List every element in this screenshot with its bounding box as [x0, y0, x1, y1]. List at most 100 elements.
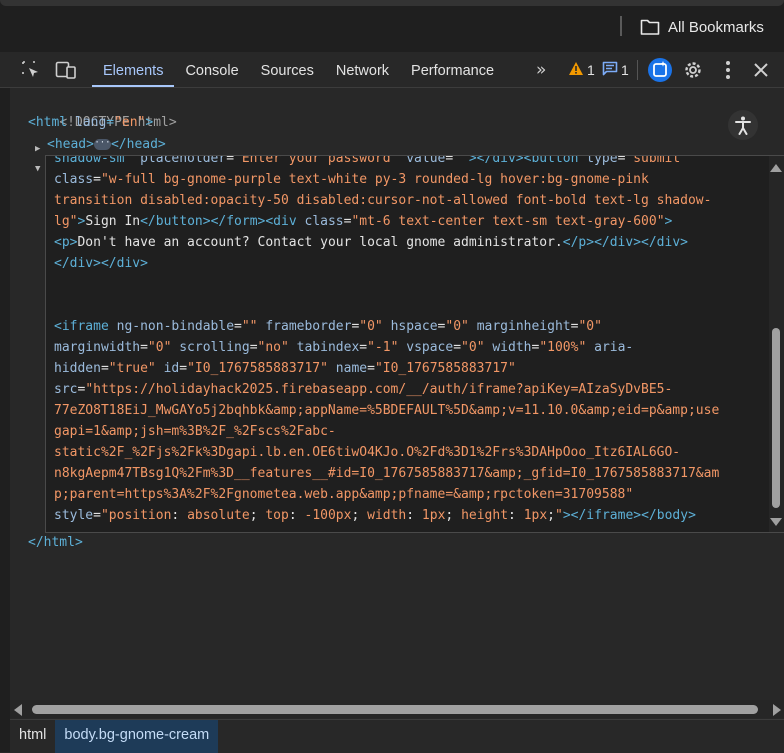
code-token: =: [453, 340, 462, 355]
gear-icon[interactable]: [682, 59, 704, 85]
html-lang-equals: =: [106, 115, 115, 130]
scroll-right-arrow[interactable]: [773, 704, 781, 716]
code-token: =: [367, 361, 375, 376]
code-token: "0": [578, 319, 602, 334]
inspect-element-icon[interactable]: [21, 60, 41, 80]
code-token: >: [562, 508, 571, 523]
code-token: Don't have an account? Contact your loca…: [77, 235, 563, 250]
code-token: "I0_1767585883717": [374, 361, 516, 376]
issues-counter[interactable]: 1: [568, 61, 595, 79]
scroll-up-arrow[interactable]: [770, 164, 782, 172]
code-token: "": [241, 319, 258, 334]
more-tabs-button[interactable]: »: [536, 60, 546, 80]
code-token: =: [93, 508, 101, 523]
code-token: class: [304, 214, 344, 229]
message-icon: [602, 61, 618, 79]
close-icon[interactable]: [751, 59, 771, 85]
edit-as-html-editor[interactable]: shadow-sm placeholder="Enter your passwo…: [45, 155, 784, 533]
editor-text[interactable]: shadow-sm placeholder="Enter your passwo…: [54, 155, 762, 526]
tab-sources[interactable]: Sources: [250, 52, 325, 87]
code-token: height: [461, 508, 509, 523]
scroll-left-arrow[interactable]: [14, 704, 22, 716]
horizontal-scroll-thumb[interactable]: [32, 705, 758, 714]
expand-body-arrow[interactable]: ▼: [35, 159, 40, 180]
tab-elements[interactable]: Elements: [92, 52, 175, 87]
code-token: "100%": [539, 340, 587, 355]
code-token: </div>: [476, 155, 524, 166]
code-token: vspace: [406, 340, 454, 355]
code-token: "0": [445, 319, 469, 334]
bookmarks-separator: [620, 16, 622, 36]
code-token: <iframe: [54, 319, 117, 334]
tab-console[interactable]: Console: [174, 52, 249, 87]
code-token: hidden: [54, 361, 101, 376]
code-token: transition disabled:opacity-50 disabled:…: [54, 193, 712, 208]
accessibility-icon[interactable]: [728, 110, 758, 140]
html-close-node[interactable]: </html>: [28, 532, 83, 553]
code-token: "true": [108, 361, 156, 376]
code-token: </div>: [100, 256, 148, 271]
window-edge: [0, 0, 784, 6]
toolbar-divider: [637, 60, 638, 80]
code-token: "position: [100, 508, 172, 523]
code-token: </div>: [54, 256, 101, 271]
scroll-down-arrow[interactable]: [770, 518, 782, 526]
editor-vertical-scrollbar[interactable]: [769, 156, 784, 532]
messages-counter[interactable]: 1: [602, 61, 629, 79]
kebab-menu-icon[interactable]: [718, 59, 738, 85]
devtools-toolbar: Elements Console Sources Network Perform…: [0, 52, 784, 88]
html-close-tag: </html>: [28, 535, 83, 550]
panel-left-gutter: [0, 88, 10, 752]
editor-line: 77eZO8T18EiJ_MwGAYo5j2bqhbk&amp;appName=…: [54, 400, 762, 421]
code-token: <div: [265, 214, 305, 229]
html-open-end: >: [145, 115, 154, 130]
code-token: </div>: [641, 235, 688, 250]
tab-performance[interactable]: Performance: [400, 52, 505, 87]
code-token: "0": [461, 340, 485, 355]
code-token: ;: [249, 508, 266, 523]
code-token: :: [288, 508, 305, 523]
code-token: aria-: [594, 340, 634, 355]
collapsed-ellipsis[interactable]: ···: [93, 139, 111, 150]
editor-line: <iframe ng-non-bindable="" frameborder="…: [54, 316, 762, 337]
editor-line: n8kgAepm47TBsg1Q%2Fm%3D__features__#id=I…: [54, 463, 762, 484]
breadcrumb-body[interactable]: body.bg-gnome-cream: [55, 720, 219, 753]
device-toolbar-icon[interactable]: [55, 60, 76, 80]
ai-assistance-icon[interactable]: [648, 58, 672, 82]
all-bookmarks-button[interactable]: All Bookmarks: [640, 13, 764, 41]
tab-network[interactable]: Network: [325, 52, 400, 87]
breadcrumb-html[interactable]: html: [10, 720, 55, 753]
editor-line: [54, 274, 762, 295]
code-token: ;: [445, 508, 462, 523]
code-token: static%2F_%2Fjs%2Fk%3Dgapi.lb.en.OE6tiwO…: [54, 445, 681, 460]
code-token: =: [249, 340, 258, 355]
head-node[interactable]: <head>···</head>: [47, 134, 166, 155]
editor-line: class="w-full bg-gnome-purple text-white…: [54, 169, 762, 190]
code-token: :: [508, 508, 524, 523]
code-token: "https://holidayhack2025.firebaseapp.com…: [85, 382, 673, 397]
editor-line: lg">Sign In</button></form><div class="m…: [54, 211, 762, 232]
editor-line: hidden="true" id="I0_1767585883717" name…: [54, 358, 762, 379]
editor-line: <p>Don't have an account? Contact your l…: [54, 232, 762, 253]
code-token: =: [100, 361, 109, 376]
editor-scroll-thumb[interactable]: [772, 328, 780, 508]
horizontal-scrollbar[interactable]: [10, 700, 784, 718]
expand-head-arrow[interactable]: ▶: [35, 139, 40, 160]
code-token: "no": [257, 340, 289, 355]
editor-line: p;parent=https%3A%2F%2Fgnometea.web.app&…: [54, 484, 762, 505]
folder-icon: [640, 18, 660, 36]
html-open-tag: <html: [28, 115, 75, 130]
code-token: =: [140, 340, 148, 355]
code-token: "Enter your password": [234, 155, 399, 166]
messages-count: 1: [621, 62, 629, 78]
code-token: "0": [359, 319, 383, 334]
code-token: "": [453, 155, 469, 166]
html-node[interactable]: <html lang="en">: [28, 112, 153, 133]
code-token: </body>: [641, 508, 696, 523]
editor-line: src="https://holidayhack2025.firebaseapp…: [54, 379, 762, 400]
